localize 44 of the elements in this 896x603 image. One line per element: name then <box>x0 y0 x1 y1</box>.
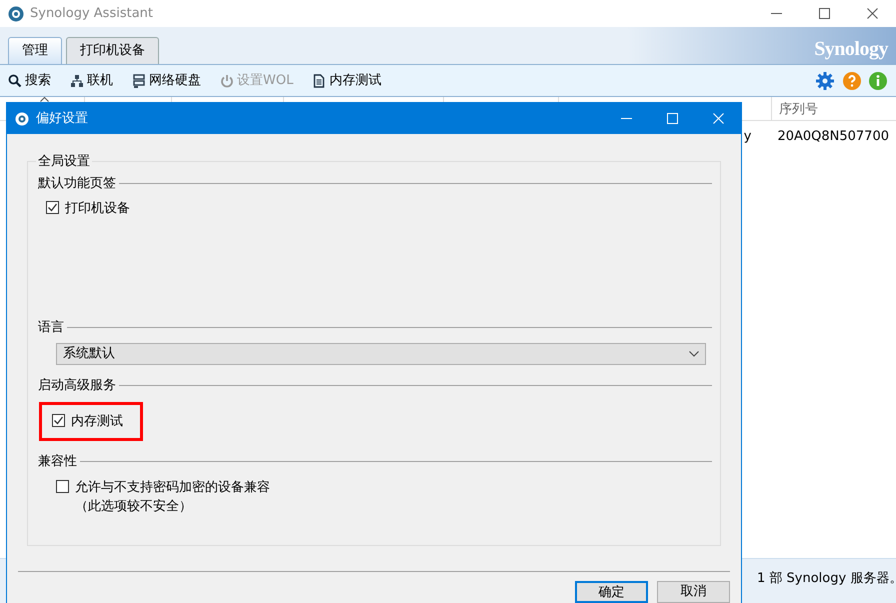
close-icon <box>866 8 878 19</box>
group-title: 全局设置 <box>37 154 91 170</box>
toolbar-button[interactable]: 网络硬盘 <box>132 70 210 90</box>
section-title: 兼容性 <box>38 453 77 472</box>
cancel-button[interactable]: 取消 <box>657 581 730 603</box>
ok-button[interactable]: 确定 <box>575 581 648 603</box>
status-text: 1 部 Synology 服务器。 <box>756 570 896 588</box>
logo: Synology <box>814 36 888 62</box>
tab[interactable]: 打印机设备 <box>66 37 159 64</box>
section-title: 启动高级服务 <box>38 377 116 396</box>
table-cell-text: 20A0Q8N507700 <box>776 128 890 146</box>
app-icon <box>8 6 24 22</box>
chevron-down-icon <box>689 351 699 358</box>
dialog-icon <box>15 112 29 126</box>
section-title: 默认功能页签 <box>38 174 116 193</box>
toolbar-button[interactable]: 联机 <box>70 70 122 90</box>
checkmark-icon <box>47 202 58 214</box>
maximize-icon <box>818 8 830 19</box>
table-cell-text: y <box>742 128 752 146</box>
section-title: 语言 <box>38 318 64 337</box>
checkbox[interactable]: 允许与不支持密码加密的设备兼容 （此选项较不安全） <box>56 478 712 517</box>
power-icon <box>220 74 234 88</box>
maximize-icon <box>666 113 678 124</box>
minimize-icon <box>620 118 632 119</box>
checkbox[interactable]: 内存测试 <box>52 412 123 432</box>
help-icon[interactable] <box>842 70 862 90</box>
column-header[interactable]: 序列号 <box>772 97 825 120</box>
minimize-icon <box>770 13 782 14</box>
language-dropdown[interactable]: 系统默认 <box>56 343 706 366</box>
checkbox[interactable]: 打印机设备 <box>46 199 712 219</box>
close-icon <box>712 113 724 124</box>
search-icon <box>8 74 22 88</box>
toolbar-button[interactable]: 内存测试 <box>312 70 390 90</box>
network-icon <box>70 74 84 88</box>
tab[interactable]: 管理 <box>8 37 62 64</box>
settings-icon[interactable] <box>815 70 835 90</box>
checkmark-icon <box>53 414 64 426</box>
info-icon[interactable] <box>868 70 888 90</box>
sort-caret-icon <box>40 97 49 102</box>
dialog-title: 偏好设置 <box>36 110 88 128</box>
document-icon <box>312 74 326 88</box>
window-title: Synology Assistant <box>30 4 154 23</box>
toolbar-button[interactable]: 搜索 <box>8 70 60 90</box>
server-icon <box>132 74 146 88</box>
